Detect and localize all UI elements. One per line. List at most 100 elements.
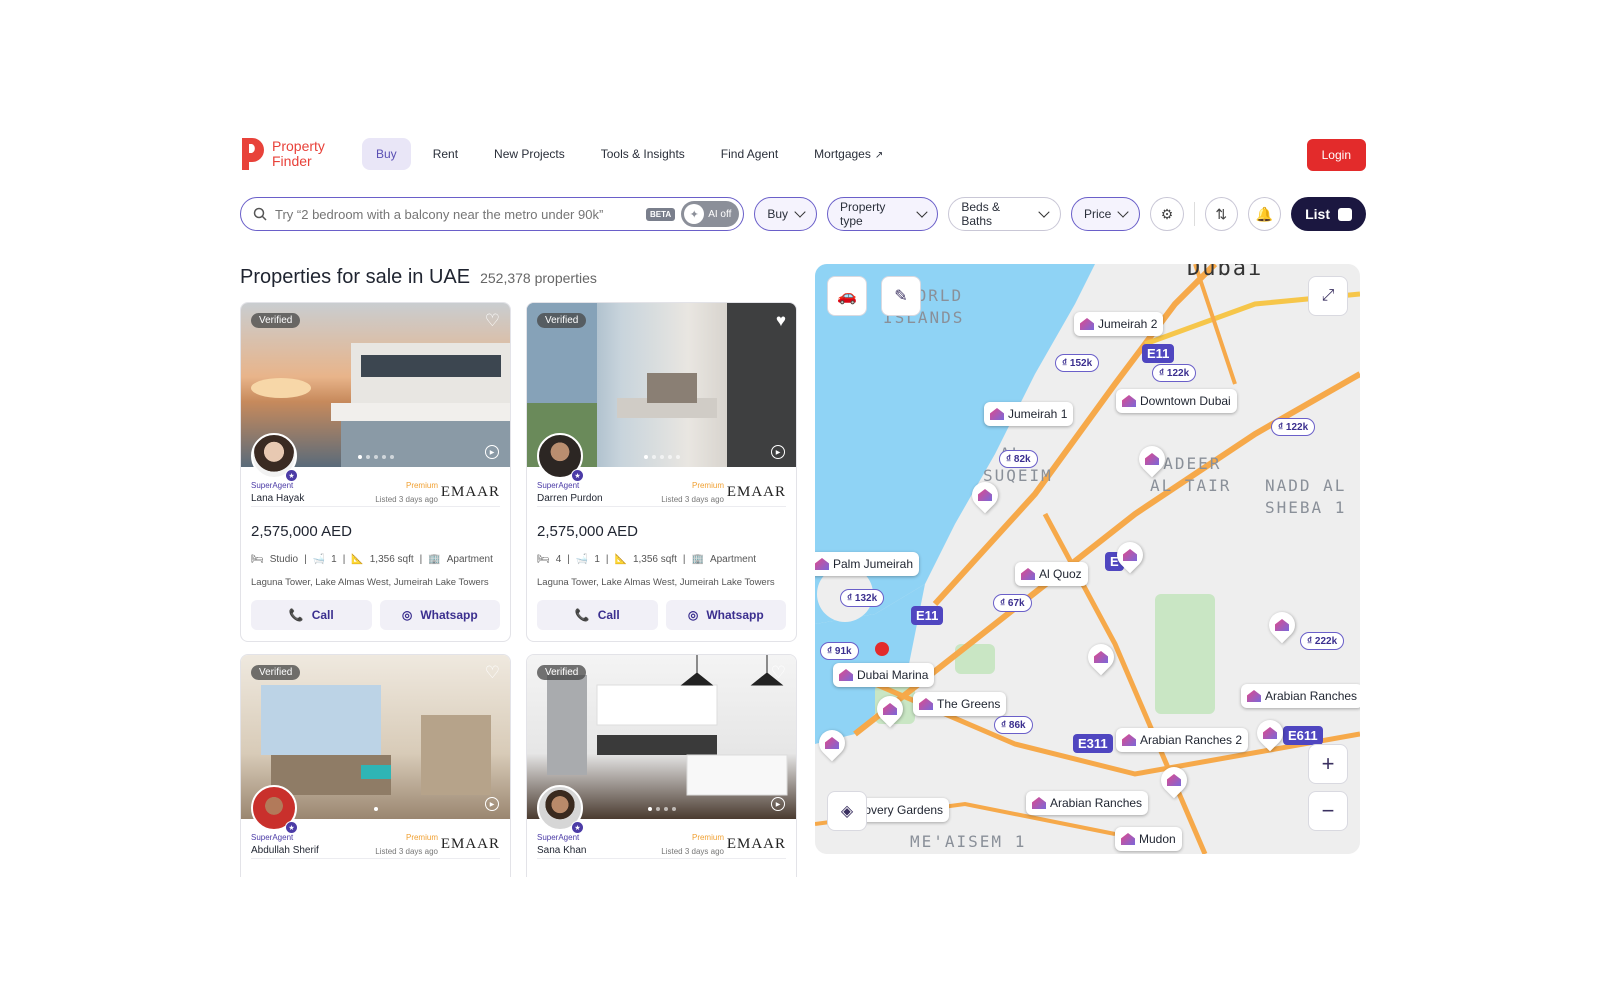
price-filter[interactable]: Price [1071,197,1141,231]
beds-value: Studio [269,554,299,565]
nav-new-projects[interactable]: New Projects [480,138,579,170]
results-count: 252,378 properties [480,270,597,286]
search-icon [253,207,267,221]
map-area-label: SHEBA 1 [1265,498,1347,517]
map-price-pin[interactable]: ₫ 222k [1300,632,1345,650]
play-video-icon[interactable]: ▶ [771,445,785,459]
call-button[interactable]: 📞 Call [537,600,658,630]
map-layers-button[interactable]: ◈ [827,791,867,831]
map-location-downtown-dubai[interactable]: Downtown Dubai [1116,389,1237,413]
map-location-jumeirah-2[interactable]: Jumeirah 2 [1074,312,1164,336]
location-label: Al Quoz [1039,567,1082,581]
sort-icon: ⇅ [1215,205,1228,222]
listing-card[interactable]: Verified ♡ ▶ ★ SuperAgent Lana Hayak Pre… [240,302,511,642]
map-location-mudon[interactable]: Mudon [1115,827,1182,851]
whatsapp-button[interactable]: ◎ Whatsapp [665,600,786,630]
play-video-icon[interactable]: ▶ [771,797,785,811]
map-price-pin[interactable]: ₫ 82k [999,450,1038,468]
nav-mortgages-label: Mortgages [814,147,871,161]
property-type-filter[interactable]: Property type [827,197,939,231]
logo[interactable]: Property Finder [240,136,352,172]
carousel-dots [357,455,394,459]
car-icon: 🚗 [837,288,857,305]
draw-area-button[interactable]: ✎ [881,276,921,316]
premium-tag: Premium [405,481,438,490]
list-button[interactable]: List [1291,197,1366,231]
nav-mortgages[interactable]: Mortgages ↗ [800,138,897,170]
map-price-pin[interactable]: ₫ 122k [1271,418,1316,436]
sliders-icon: ⚙ [1160,205,1174,222]
map-price-pin[interactable]: ₫ 91k [820,642,859,660]
ai-toggle[interactable]: ✦ AI off [681,201,740,227]
map-panel[interactable]: Dubai WORLD ISLANDS AL SUQEIM GHADEER AL… [815,264,1360,854]
fullscreen-button[interactable]: ⤢ [1308,276,1348,316]
nav-buy[interactable]: Buy [362,138,411,170]
map-location-arabian-ranches-b[interactable]: Arabian Ranches [1026,791,1149,815]
house-icon [1122,734,1136,746]
map-location-the-greens[interactable]: The Greens [913,692,1007,716]
agent-row: SuperAgent Lana Hayak Premium Listed 3 d… [251,467,500,507]
beta-badge: BETA [646,207,676,221]
developer-logo: EMAAR [726,836,786,852]
sort-button[interactable]: ⇅ [1204,197,1238,231]
call-button[interactable]: 📞 Call [251,600,372,630]
house-icon [1122,395,1136,407]
buy-filter[interactable]: Buy [754,197,818,231]
nav-rent[interactable]: Rent [419,138,472,170]
search-box: BETA ✦AI off [240,197,745,231]
favorite-heart-icon[interactable]: ♡ [485,663,500,683]
map-location-arabian-ranches[interactable]: Arabian Ranches [1241,684,1360,708]
verified-badge: Verified [537,313,587,328]
play-video-icon[interactable]: ▶ [485,445,499,459]
house-icon [1032,797,1046,809]
listing-price: 2,575,000 AED [251,523,352,540]
location-label: Palm Jumeirah [833,557,914,571]
zoom-in-button[interactable]: + [1308,744,1348,784]
logo-line2: Finder [272,153,312,169]
map-price-pin[interactable]: ₫ 67k [993,594,1032,612]
play-video-icon[interactable]: ▶ [485,797,499,811]
verified-badge: Verified [251,313,301,328]
favorite-heart-icon[interactable]: ♥ [776,311,786,331]
nav-find-agent[interactable]: Find Agent [707,138,792,170]
call-label: Call [311,608,334,622]
chevron-down-icon [794,206,806,218]
house-icon [1021,568,1035,580]
map-location-jumeirah-1[interactable]: Jumeirah 1 [984,402,1074,426]
listing-address: Laguna Tower, Lake Almas West, Jumeirah … [537,577,775,588]
zoom-out-button[interactable]: − [1308,791,1348,831]
expand-icon: ⤢ [1321,287,1335,304]
map-price-pin[interactable]: ₫ 122k [1152,364,1197,382]
map-price-pin[interactable]: ₫ 86k [994,716,1033,734]
whatsapp-icon: ◎ [401,608,413,622]
map-location-al-quoz[interactable]: Al Quoz [1015,562,1088,586]
alert-button[interactable]: 🔔 [1247,197,1282,231]
map-price-pin[interactable]: ₫ 132k [840,589,885,607]
bed-icon: 🛏 [537,554,550,565]
login-button[interactable]: Login [1306,139,1366,171]
favorite-heart-icon[interactable]: ♡ [485,311,500,331]
house-icon [1247,690,1261,702]
results-heading: Properties for sale in UAE 252,378 prope… [240,266,597,289]
listing-card[interactable]: Verified ♡ ▶ ★ SuperAgent Abdullah Sheri… [240,654,511,877]
commute-car-button[interactable]: 🚗 [827,276,867,316]
map-location-dubai-marina[interactable]: Dubai Marina [833,663,935,687]
baths-value: 1 [331,554,337,565]
search-input[interactable] [275,206,646,222]
whatsapp-button[interactable]: ◎ Whatsapp [379,600,500,630]
nav-tools-insights[interactable]: Tools & Insights [587,138,699,170]
house-icon [1263,727,1277,739]
verified-badge: Verified [537,665,587,680]
carousel-dots [373,807,378,811]
map-location-arabian-ranches-2[interactable]: Arabian Ranches 2 [1116,728,1249,752]
beds-baths-filter[interactable]: Beds & Baths [948,197,1062,231]
map-price-pin[interactable]: ₫ 152k [1055,354,1100,372]
favorite-heart-icon[interactable]: ♡ [771,663,786,683]
page-title: Properties for sale in UAE [240,266,471,288]
more-filters-button[interactable]: ⚙ [1150,197,1184,231]
listing-card[interactable]: Verified ♡ ▶ ★ SuperAgent Sana Khan Prem… [526,654,797,877]
location-label: Arabian Ranches [1050,796,1143,810]
listing-card[interactable]: Verified ♥ ▶ ★ SuperAgent Darren Purdon … [526,302,797,642]
developer-logo: EMAAR [440,484,500,500]
map-location-palm-jumeirah[interactable]: Palm Jumeirah [815,552,920,576]
